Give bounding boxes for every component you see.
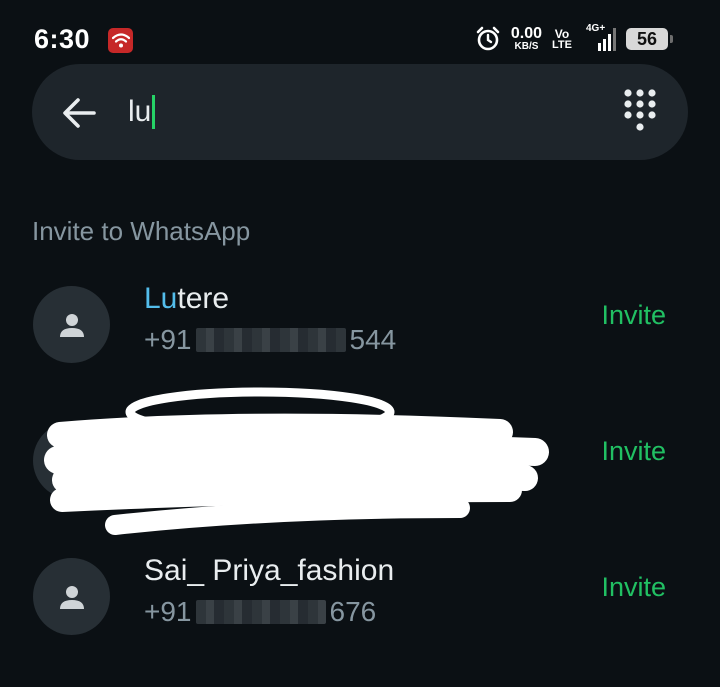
volte-bottom: LTE <box>552 38 572 51</box>
contact-name: Sai_ Priya_fashion <box>144 554 394 588</box>
dialpad-button[interactable] <box>622 88 658 136</box>
battery-icon: 56 <box>626 28 673 50</box>
contact-name: Lutere <box>144 282 229 316</box>
back-button[interactable] <box>60 94 98 132</box>
contact-phone: +91 676 <box>144 596 376 628</box>
avatar <box>33 286 110 363</box>
phone-suffix: 676 <box>329 596 377 627</box>
alarm-icon <box>476 26 500 51</box>
person-icon <box>59 585 84 609</box>
person-icon <box>59 313 84 337</box>
speed-value: 0.00 <box>510 25 543 42</box>
network-speed: 0.00 KB/S <box>511 26 542 52</box>
section-header: Invite to WhatsApp <box>32 216 251 246</box>
person-icon <box>59 449 84 473</box>
contact-phone: +91 544 <box>144 324 396 356</box>
redacted-digits <box>195 328 346 352</box>
name-rest: tere <box>177 282 230 315</box>
invite-button[interactable]: Invite <box>601 436 666 467</box>
phone-suffix: 544 <box>349 324 397 355</box>
invite-button[interactable]: Invite <box>601 300 666 331</box>
redacted-digits <box>195 600 326 624</box>
search-bar: lu <box>32 64 688 160</box>
search-query: lu <box>128 95 152 128</box>
battery-level: 56 <box>636 28 658 49</box>
phone-prefix: +91 <box>144 596 192 627</box>
status-bar: 6:30 0.00 KB/S Vo LTE 4G+ 56 <box>0 0 720 64</box>
invite-button[interactable]: Invite <box>601 572 666 603</box>
search-input[interactable]: lu <box>128 92 156 132</box>
avatar <box>33 422 110 499</box>
name-match-highlight: Lu <box>144 282 178 315</box>
network-type: 4G+ <box>586 23 606 34</box>
avatar <box>33 558 110 635</box>
shield-wifi-icon <box>108 28 133 53</box>
volte-indicator: Vo LTE <box>552 28 572 51</box>
volte-top: Vo <box>554 26 570 41</box>
text-caret <box>152 95 156 129</box>
contact-row[interactable]: Sai_ Priya_fashion +91 676 Invite <box>0 544 720 664</box>
status-time: 6:30 <box>34 24 91 54</box>
arrow-left-icon <box>63 98 96 128</box>
dialpad-icon <box>624 89 656 131</box>
signal-icon: 4G+ <box>582 23 616 53</box>
contact-row[interactable]: Invite <box>0 408 720 528</box>
name-rest: Sai_ Priya_fashion <box>144 554 395 587</box>
contact-row[interactable]: Lutere +91 544 Invite <box>0 272 720 392</box>
phone-prefix: +91 <box>144 324 192 355</box>
speed-unit: KB/S <box>514 41 539 52</box>
status-icons: 0.00 KB/S Vo LTE 4G+ 56 <box>475 22 673 56</box>
